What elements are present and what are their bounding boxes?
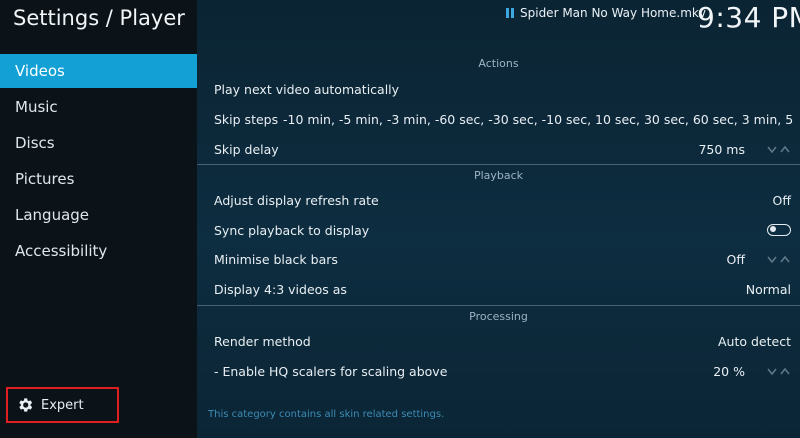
expert-label: Expert: [41, 397, 84, 413]
setting-value: -10 min, -5 min, -3 min, -60 sec, -30 se…: [283, 112, 797, 127]
now-playing: Spider Man No Way Home.mkv: [506, 6, 706, 20]
sidebar-item-discs[interactable]: Discs: [0, 126, 197, 160]
setting-skip-steps[interactable]: Skip steps -10 min, -5 min, -3 min, -60 …: [214, 105, 797, 134]
setting-skip-delay[interactable]: Skip delay 750 ms: [214, 135, 797, 164]
setting-label: Skip delay: [214, 142, 279, 157]
setting-label: Adjust display refresh rate: [214, 193, 379, 208]
spinner-arrows-icon[interactable]: [767, 367, 791, 377]
sidebar-item-pictures[interactable]: Pictures: [0, 162, 197, 196]
settings-list: Actions Play next video automatically Sk…: [197, 53, 800, 438]
setting-value: 20 %: [713, 364, 745, 379]
setting-label: Skip steps: [214, 112, 279, 127]
setting-value: Normal: [745, 282, 791, 297]
page-title: Settings / Player: [13, 6, 185, 30]
setting-value: 750 ms: [698, 142, 745, 157]
section-header-playback: Playback: [197, 164, 800, 187]
setting-render-method[interactable]: Render method Auto detect: [214, 327, 797, 356]
now-playing-title: Spider Man No Way Home.mkv: [520, 6, 706, 20]
setting-black-bars[interactable]: Minimise black bars Off: [214, 245, 797, 274]
setting-refresh-rate[interactable]: Adjust display refresh rate Off: [214, 186, 797, 215]
clock: 9:34 PM: [697, 1, 800, 34]
sidebar-item-language[interactable]: Language: [0, 198, 197, 232]
sidebar: Settings / Player Videos Music Discs Pic…: [0, 0, 197, 438]
category-hint: This category contains all skin related …: [208, 409, 445, 420]
setting-label: Render method: [214, 334, 311, 349]
setting-sync-playback[interactable]: Sync playback to display: [214, 216, 797, 245]
setting-label: Sync playback to display: [214, 223, 370, 238]
setting-label: Play next video automatically: [214, 82, 400, 97]
setting-label: Minimise black bars: [214, 252, 338, 267]
gear-icon: [16, 396, 34, 414]
setting-hq-scalers[interactable]: - Enable HQ scalers for scaling above 20…: [214, 357, 797, 386]
setting-value: Off: [726, 252, 745, 267]
sidebar-item-music[interactable]: Music: [0, 90, 197, 124]
spinner-arrows-icon[interactable]: [767, 145, 791, 155]
setting-value: Off: [772, 193, 791, 208]
setting-label: - Enable HQ scalers for scaling above: [214, 364, 448, 379]
section-header-actions: Actions: [478, 57, 519, 70]
setting-display-43[interactable]: Display 4:3 videos as Normal: [214, 275, 797, 304]
sync-playback-toggle[interactable]: [767, 224, 791, 236]
pause-icon: [506, 8, 514, 18]
setting-label: Display 4:3 videos as: [214, 282, 347, 297]
setting-play-next[interactable]: Play next video automatically: [214, 75, 797, 104]
section-header-processing: Processing: [197, 305, 800, 328]
expert-level-button[interactable]: Expert: [6, 387, 119, 423]
sidebar-item-accessibility[interactable]: Accessibility: [0, 234, 197, 268]
sidebar-item-videos[interactable]: Videos: [0, 54, 197, 88]
spinner-arrows-icon[interactable]: [767, 255, 791, 265]
setting-value: Auto detect: [718, 334, 791, 349]
